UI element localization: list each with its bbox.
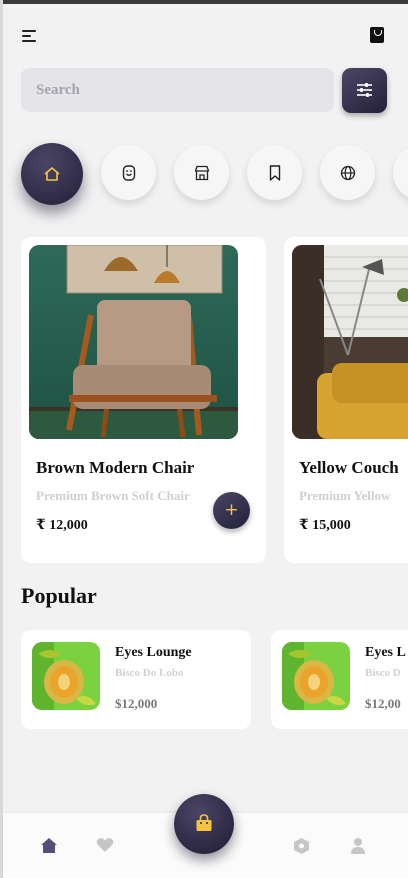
nav-products[interactable] bbox=[293, 837, 311, 855]
popular-item-price: $12,000 bbox=[115, 696, 158, 711]
cart-button[interactable] bbox=[174, 794, 234, 854]
menu-icon[interactable] bbox=[22, 30, 38, 44]
user-icon bbox=[351, 838, 365, 854]
popular-item-brand: Bisco Do Lobo bbox=[115, 667, 184, 679]
popular-item-thumbnail bbox=[32, 642, 100, 710]
shopping-bag-icon[interactable] bbox=[370, 27, 384, 43]
category-more[interactable] bbox=[393, 145, 408, 200]
heart-icon bbox=[96, 838, 114, 852]
store-icon bbox=[194, 165, 209, 180]
product-price: ₹ 12,000 bbox=[36, 518, 88, 533]
category-store[interactable] bbox=[174, 145, 229, 200]
search-input[interactable] bbox=[21, 68, 334, 112]
product-card[interactable]: Yellow Couch Premium Yellow ₹ 15,000 bbox=[284, 237, 408, 563]
product-carousel: Brown Modern Chair Premium Brown Soft Ch… bbox=[0, 237, 408, 567]
header bbox=[20, 26, 388, 48]
nav-profile[interactable] bbox=[350, 837, 368, 855]
popular-item-brand: Bisco D bbox=[365, 667, 401, 679]
nav-favorites[interactable] bbox=[96, 837, 114, 855]
cube-icon bbox=[294, 838, 309, 854]
popular-item[interactable]: Eyes L Bisco D $12,00 bbox=[271, 630, 408, 729]
sliders-icon bbox=[357, 83, 372, 97]
home-icon bbox=[44, 167, 60, 181]
window-top-edge bbox=[0, 0, 408, 4]
product-name: Yellow Couch bbox=[299, 458, 399, 477]
nav-home[interactable] bbox=[40, 837, 58, 855]
shopping-bag-icon bbox=[196, 814, 212, 831]
product-subtitle: Premium Brown Soft Chair bbox=[36, 488, 190, 503]
product-card[interactable]: Brown Modern Chair Premium Brown Soft Ch… bbox=[21, 237, 266, 563]
popular-item-price: $12,00 bbox=[365, 696, 401, 711]
category-home[interactable] bbox=[21, 143, 83, 205]
product-price: ₹ 15,000 bbox=[299, 518, 351, 533]
home-icon bbox=[41, 838, 57, 853]
popular-item[interactable]: Eyes Lounge Bisco Do Lobo $12,000 bbox=[21, 630, 251, 729]
product-subtitle: Premium Yellow bbox=[299, 488, 391, 503]
popular-item-name: Eyes L bbox=[365, 645, 406, 660]
product-name: Brown Modern Chair bbox=[36, 458, 195, 477]
popular-list: Eyes Lounge Bisco Do Lobo $12,000 Eyes L… bbox=[0, 629, 408, 731]
filter-button[interactable] bbox=[342, 68, 387, 113]
globe-icon bbox=[340, 165, 355, 180]
mouse-icon bbox=[122, 164, 135, 181]
popular-item-name: Eyes Lounge bbox=[115, 645, 192, 660]
category-devices[interactable] bbox=[101, 145, 156, 200]
bookmark-icon bbox=[269, 164, 280, 181]
product-image-yellow-couch bbox=[292, 245, 408, 439]
add-to-cart-button[interactable]: + bbox=[213, 492, 250, 529]
category-global[interactable] bbox=[320, 145, 375, 200]
product-image-brown-chair bbox=[29, 245, 238, 439]
category-saved[interactable] bbox=[247, 145, 302, 200]
category-row bbox=[0, 140, 408, 230]
popular-item-thumbnail bbox=[282, 642, 350, 710]
section-title-popular: Popular bbox=[21, 583, 97, 608]
